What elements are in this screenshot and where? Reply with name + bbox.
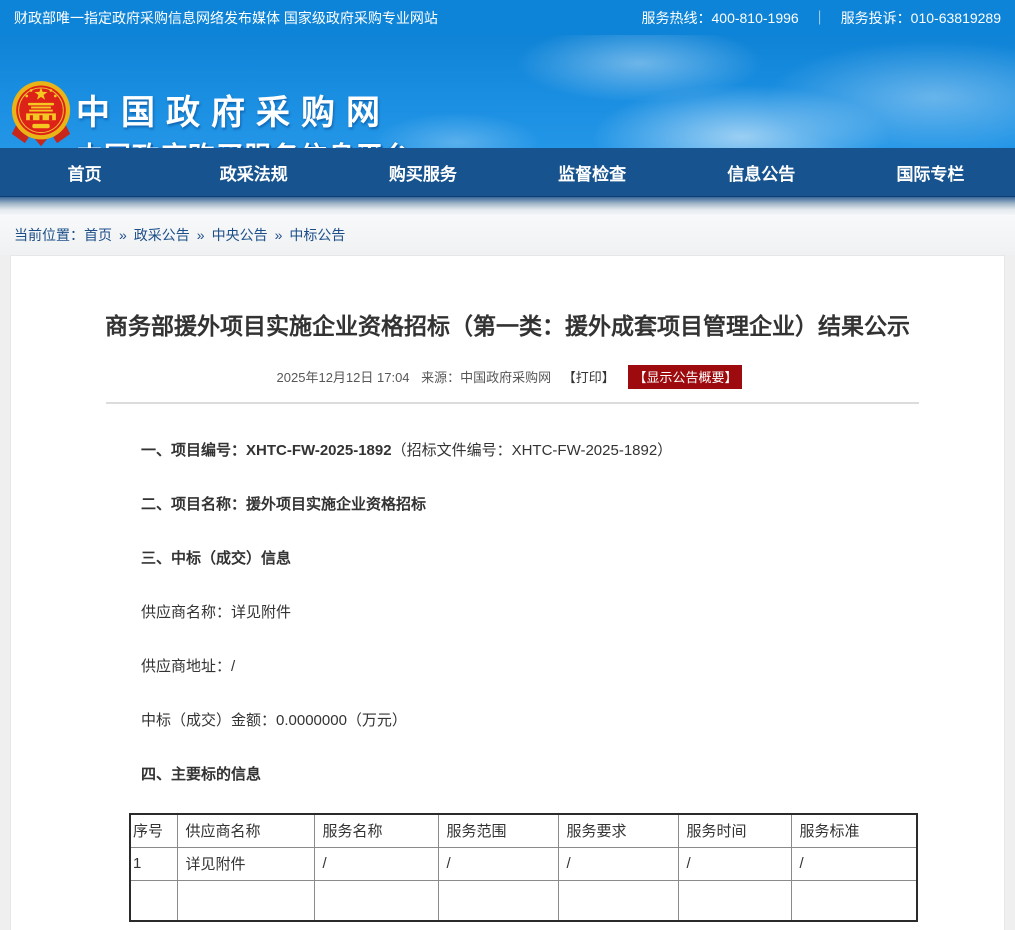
- page-body: 商务部援外项目实施企业资格招标（第一类：援外成套项目管理企业）结果公示 2025…: [0, 255, 1015, 930]
- cell-empty: [177, 880, 314, 921]
- paragraph-award-info-heading: 三、中标（成交）信息: [141, 549, 944, 569]
- site-subtitle: 中国政府购买服务信息平台: [76, 135, 406, 148]
- cell-service-scope: /: [438, 847, 558, 880]
- article-meta: 2025年12月12日 17:04 来源：中国政府采购网 【打印】 【显示公告概…: [11, 365, 1004, 389]
- nav-item-purchase-services[interactable]: 购买服务: [338, 148, 507, 196]
- article-paragraphs: 一、项目编号：XHTC-FW-2025-1892（招标文件编号：XHTC-FW-…: [11, 441, 1004, 785]
- col-header-service-requirement: 服务要求: [558, 814, 678, 847]
- col-header-service-name: 服务名称: [314, 814, 438, 847]
- top-info-bar: 财政部唯一指定政府采购信息网络发布媒体 国家级政府采购专业网站 服务热线：400…: [0, 0, 1015, 35]
- cell-service-time: /: [678, 847, 791, 880]
- national-emblem-icon: [10, 79, 72, 148]
- table-header-row: 序号 供应商名称 服务名称 服务范围 服务要求 服务时间 服务标准: [130, 814, 917, 847]
- paragraph-supplier-name: 供应商名称：详见附件: [141, 603, 944, 623]
- cell-empty: [678, 880, 791, 921]
- article-source: 来源：中国政府采购网: [421, 370, 551, 385]
- breadcrumb-separator: »: [197, 227, 205, 243]
- breadcrumb-procurement-announcements[interactable]: 政采公告: [134, 225, 190, 245]
- breadcrumb-central-announcements[interactable]: 中央公告: [212, 225, 268, 245]
- cell-service-name: /: [314, 847, 438, 880]
- site-header: 中国政府采购网 中国政府购买服务信息平台 www.ccgp.gov.cn: [0, 35, 1015, 148]
- nav-item-supervision[interactable]: 监督检查: [508, 148, 677, 196]
- cell-supplier-name: 详见附件: [177, 847, 314, 880]
- nav-item-announcements[interactable]: 信息公告: [677, 148, 846, 196]
- paragraph-project-name: 二、项目名称：援外项目实施企业资格招标: [141, 495, 944, 515]
- table-row-empty: [130, 880, 917, 921]
- cell-service-requirement: /: [558, 847, 678, 880]
- paragraph-supplier-address: 供应商地址：/: [141, 657, 944, 677]
- service-complaint: 服务投诉：010-63819289: [841, 8, 1001, 28]
- site-slogan: 财政部唯一指定政府采购信息网络发布媒体 国家级政府采购专业网站: [14, 8, 438, 28]
- nav-gradient-strip: [0, 197, 1015, 215]
- breadcrumb-separator: »: [119, 227, 127, 243]
- subject-info-table: 序号 供应商名称 服务名称 服务范围 服务要求 服务时间 服务标准 1 详见附件…: [129, 813, 918, 922]
- nav-item-regulations[interactable]: 政采法规: [169, 148, 338, 196]
- breadcrumb-award-announcements[interactable]: 中标公告: [289, 225, 345, 245]
- publish-datetime: 2025年12月12日 17:04: [277, 370, 410, 385]
- article-title: 商务部援外项目实施企业资格招标（第一类：援外成套项目管理企业）结果公示: [11, 307, 1004, 341]
- breadcrumb-separator: »: [275, 227, 283, 243]
- col-header-supplier-name: 供应商名称: [177, 814, 314, 847]
- col-header-seq: 序号: [130, 814, 177, 847]
- cell-empty: [558, 880, 678, 921]
- main-nav: 首页 政采法规 购买服务 监督检查 信息公告 国际专栏: [0, 148, 1015, 197]
- site-brand: 中国政府采购网 中国政府购买服务信息平台 www.ccgp.gov.cn: [76, 85, 406, 148]
- table-row: 1 详见附件 / / / / /: [130, 847, 917, 880]
- subject-info-table-wrap: 序号 供应商名称 服务名称 服务范围 服务要求 服务时间 服务标准 1 详见附件…: [129, 813, 1004, 922]
- cell-service-standard: /: [791, 847, 917, 880]
- col-header-service-time: 服务时间: [678, 814, 791, 847]
- paragraph-main-subject-heading: 四、主要标的信息: [141, 765, 944, 785]
- article-container: 商务部援外项目实施企业资格招标（第一类：援外成套项目管理企业）结果公示 2025…: [10, 255, 1005, 930]
- home-logo-link[interactable]: [10, 79, 72, 148]
- paragraph-award-amount: 中标（成交）金额：0.0000000（万元）: [141, 711, 944, 731]
- nav-item-international[interactable]: 国际专栏: [846, 148, 1015, 196]
- meta-divider: [106, 402, 919, 404]
- cell-empty: [791, 880, 917, 921]
- col-header-service-scope: 服务范围: [438, 814, 558, 847]
- breadcrumb: 当前位置： 首页 » 政采公告 » 中央公告 » 中标公告: [0, 215, 1015, 255]
- cell-empty: [438, 880, 558, 921]
- service-hotline: 服务热线：400-810-1996: [642, 8, 799, 28]
- cell-empty: [130, 880, 177, 921]
- print-button[interactable]: 【打印】: [563, 370, 615, 385]
- site-title: 中国政府采购网: [76, 85, 406, 134]
- breadcrumb-home[interactable]: 首页: [84, 225, 112, 245]
- paragraph-project-number: 一、项目编号：XHTC-FW-2025-1892（招标文件编号：XHTC-FW-…: [141, 441, 944, 461]
- nav-item-home[interactable]: 首页: [0, 148, 169, 196]
- breadcrumb-prefix: 当前位置：: [14, 225, 84, 245]
- cell-seq: 1: [130, 847, 177, 880]
- show-summary-button[interactable]: 【显示公告概要】: [628, 365, 742, 389]
- cell-empty: [314, 880, 438, 921]
- topbar-separator: ｜: [813, 8, 827, 28]
- col-header-service-standard: 服务标准: [791, 814, 917, 847]
